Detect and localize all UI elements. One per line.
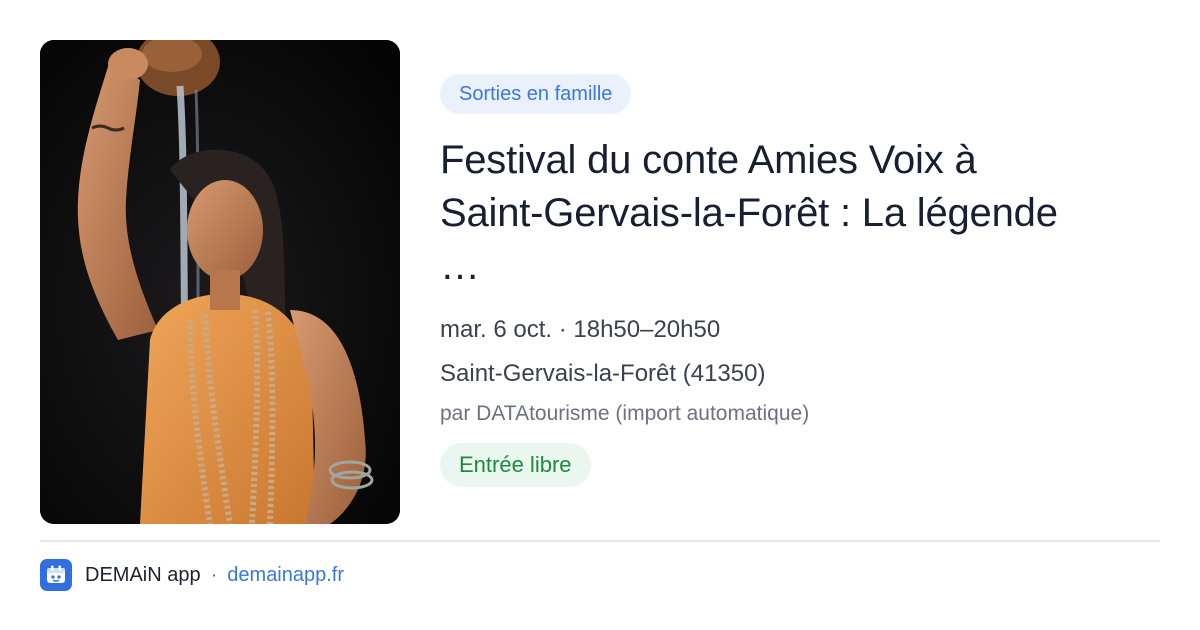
app-name: DEMAiN app (85, 563, 201, 586)
demain-app-icon (40, 559, 72, 591)
event-source: par DATAtourisme (import automatique) (440, 402, 810, 425)
event-photo[interactable] (40, 40, 400, 524)
event-photo-illustration (40, 40, 400, 524)
footer: DEMAiN app · demainapp.fr (40, 558, 344, 592)
category-tag[interactable]: Sorties en famille (440, 74, 632, 114)
event-title[interactable]: Festival du conte Amies Voix à Saint-Ger… (440, 134, 1080, 293)
price-badge: Entrée libre (440, 443, 591, 487)
event-location: Saint-Gervais-la-Forêt (41350) (440, 360, 766, 387)
footer-separator: · (210, 563, 218, 586)
app-url-link[interactable]: demainapp.fr (227, 564, 344, 587)
event-date-time: mar. 6 oct. · 18h50–20h50 (440, 316, 721, 343)
footer-divider (40, 540, 1160, 542)
event-details: Sorties en famille Festival du conte Ami… (440, 74, 1160, 487)
